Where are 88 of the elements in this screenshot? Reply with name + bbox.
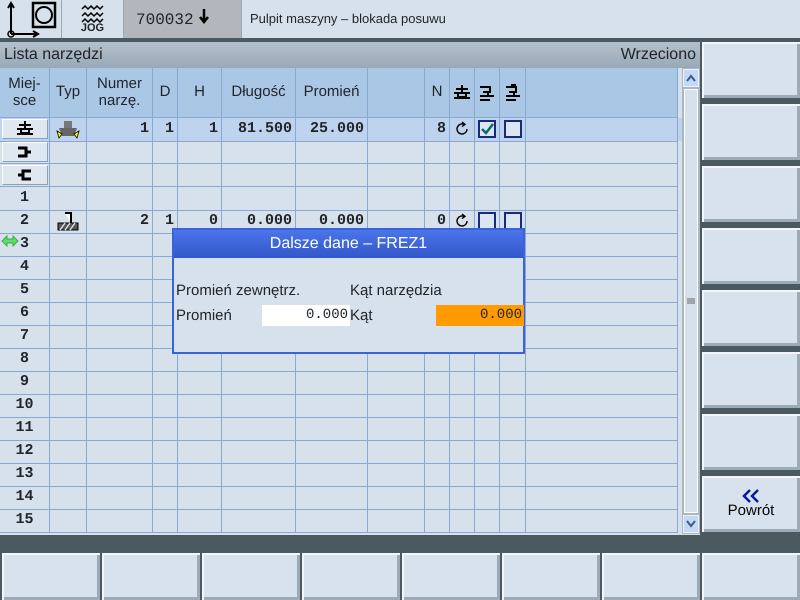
field-label: Kąt bbox=[350, 306, 374, 326]
alarm-message: Pulpit maszyny – blokada posuwu bbox=[250, 10, 446, 28]
softkey[interactable] bbox=[702, 104, 800, 160]
softkey[interactable] bbox=[102, 553, 200, 600]
scrollbar-thumb[interactable] bbox=[684, 89, 698, 513]
softkey[interactable] bbox=[702, 228, 800, 284]
softkey[interactable] bbox=[702, 166, 800, 222]
column-header: D bbox=[153, 68, 178, 118]
column-header: Miej- sce bbox=[0, 68, 50, 118]
table-row[interactable]: 1 1 1 81.500 25.000 8 bbox=[0, 118, 682, 141]
slot-number: 14 bbox=[15, 487, 34, 507]
softkey[interactable] bbox=[702, 414, 800, 470]
alarm-number: 700032 bbox=[136, 10, 194, 31]
slot-number: 9 bbox=[20, 372, 29, 392]
mode-label: JOG bbox=[80, 22, 104, 34]
table-cell-text: 1 bbox=[208, 119, 218, 139]
table-cell-text: 0 bbox=[208, 211, 218, 231]
slot-number: 4 bbox=[20, 257, 29, 277]
softkey[interactable]: Powrót bbox=[702, 476, 800, 532]
slot-number: 10 bbox=[15, 395, 34, 415]
table-row[interactable]: 11 bbox=[0, 417, 682, 440]
softkey[interactable] bbox=[502, 553, 600, 600]
table-cell-text: 25.000 bbox=[310, 119, 364, 139]
chevron-left-icon bbox=[741, 488, 761, 503]
field-label: Promień bbox=[176, 306, 233, 326]
place-button[interactable] bbox=[2, 165, 48, 185]
slot-number: 15 bbox=[15, 510, 34, 530]
checkbox[interactable] bbox=[478, 120, 496, 138]
softkey[interactable] bbox=[2, 553, 100, 600]
spindle-icon bbox=[452, 84, 472, 102]
slot-number: 2 bbox=[20, 211, 29, 231]
table-cell-text: 0.000 bbox=[246, 211, 292, 231]
table-row[interactable]: 15 bbox=[0, 509, 682, 532]
column-header bbox=[368, 68, 425, 118]
spindle-label: Wrzeciono bbox=[620, 45, 696, 65]
scroll-up-button[interactable] bbox=[683, 69, 699, 87]
dialog-title: Dalsze dane – FREZ1 bbox=[270, 234, 428, 254]
down-arrow-icon bbox=[198, 8, 210, 24]
slot-number: 8 bbox=[20, 349, 29, 369]
table-row[interactable]: 13 bbox=[0, 463, 682, 486]
slot-number: 6 bbox=[20, 303, 29, 323]
table-row[interactable]: 10 bbox=[0, 394, 682, 417]
table-cell-text: 2 bbox=[140, 211, 149, 231]
input-field[interactable]: 0.000 bbox=[436, 304, 524, 326]
table-row[interactable]: 12 bbox=[0, 440, 682, 463]
table-cell-text: 0 bbox=[436, 211, 446, 231]
softkey[interactable] bbox=[202, 553, 300, 600]
slot-number: 13 bbox=[15, 464, 34, 484]
table-cell-text: 81.500 bbox=[238, 119, 292, 139]
softkey[interactable] bbox=[702, 553, 800, 600]
field-heading: Kąt narzędzia bbox=[350, 281, 443, 301]
tool-icon bbox=[55, 212, 81, 231]
grip-icon bbox=[687, 298, 695, 304]
softkey[interactable] bbox=[702, 352, 800, 408]
slot-number: 7 bbox=[20, 326, 29, 346]
slot-number: 3 bbox=[20, 234, 29, 254]
column-header: Promień bbox=[296, 68, 368, 118]
column-header: N bbox=[425, 68, 450, 118]
panel-title: Lista narzędzi bbox=[4, 45, 103, 65]
table-row[interactable]: 1 bbox=[0, 187, 682, 210]
column-header: H bbox=[178, 68, 222, 118]
wave-icon bbox=[78, 4, 106, 22]
coolant-1-icon bbox=[477, 84, 497, 102]
table-cell-text: 1 bbox=[164, 211, 174, 231]
table-cell-text: 8 bbox=[436, 119, 446, 139]
slot-number: 1 bbox=[20, 188, 29, 208]
tool-icon bbox=[55, 120, 81, 139]
slot-number: 11 bbox=[15, 418, 34, 438]
input-field[interactable]: 0.000 bbox=[262, 304, 350, 326]
table-cell-text: 1 bbox=[140, 119, 149, 139]
checkbox[interactable] bbox=[504, 120, 522, 138]
table-cell-text: 1 bbox=[164, 119, 174, 139]
table-row[interactable]: 9 bbox=[0, 371, 682, 394]
column-header: Długość bbox=[222, 68, 296, 118]
softkey[interactable] bbox=[602, 553, 700, 600]
table-row[interactable]: 14 bbox=[0, 486, 682, 509]
place-button[interactable] bbox=[2, 119, 48, 140]
table-cell-text: 0.000 bbox=[318, 211, 364, 231]
scroll-down-button[interactable] bbox=[683, 515, 699, 533]
field-heading: Promień zewnętrz. bbox=[176, 281, 302, 301]
place-button[interactable] bbox=[2, 142, 48, 162]
slot-number: 5 bbox=[20, 280, 29, 300]
column-header: Typ bbox=[50, 68, 87, 118]
softkey[interactable] bbox=[402, 553, 500, 600]
softkey[interactable] bbox=[302, 553, 400, 600]
softkey[interactable] bbox=[702, 290, 800, 346]
column-header: Numer narzę. bbox=[87, 68, 153, 118]
slot-number: 12 bbox=[15, 441, 34, 461]
